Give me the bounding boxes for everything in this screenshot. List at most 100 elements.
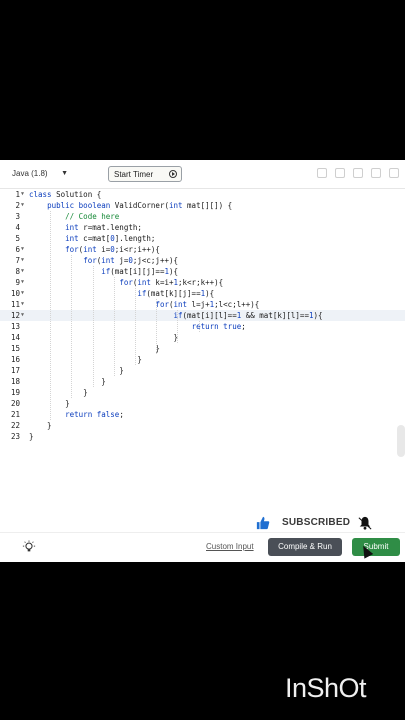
code-line[interactable]: 16 } — [0, 354, 405, 365]
settings-icon[interactable] — [353, 168, 363, 178]
fold-arrow-icon[interactable]: ▼ — [21, 189, 24, 200]
indent-guide — [71, 255, 73, 398]
thumbs-up-icon — [256, 516, 270, 530]
inshot-watermark: InShOt — [285, 673, 367, 703]
code-text: } — [29, 377, 106, 386]
code-line[interactable]: 23} — [0, 431, 405, 442]
code-line[interactable]: 7 ▼ for(int j=0;j<c;j++){ — [0, 255, 405, 266]
custom-input-link[interactable]: Custom Input — [206, 542, 254, 551]
code-text: for(int j=0;j<c;j++){ — [83, 256, 179, 265]
line-number: 19 — [10, 388, 20, 397]
code-text: } — [29, 388, 88, 397]
timer-label: Start Timer — [114, 170, 154, 179]
code-line[interactable]: 11 ▼ for(int l=j+1;l<c;l++){ — [0, 299, 405, 310]
fold-arrow-icon[interactable]: ▼ — [21, 288, 24, 299]
code-text: if(mat[i][j]==1){ — [101, 267, 179, 276]
lightbulb-icon[interactable] — [22, 540, 36, 554]
code-text: // Code here — [29, 212, 120, 221]
code-text: for(int i=0;i<r;i++){ — [65, 245, 160, 254]
code-line[interactable]: 9 ▼ for(int k=i+1;k<r;k++){ — [0, 277, 405, 288]
code-line[interactable]: 4 int r=mat.length; — [0, 222, 405, 233]
code-line[interactable]: 20 } — [0, 398, 405, 409]
code-line[interactable]: 6 ▼ for(int i=0;i<r;i++){ — [0, 244, 405, 255]
line-number: 23 — [10, 432, 20, 441]
code-line[interactable]: 22 } — [0, 420, 405, 431]
code-line[interactable]: 21 return false; — [0, 409, 405, 420]
line-number: 11 — [10, 300, 20, 309]
code-editor[interactable]: 1 ▼ class Solution {2 ▼ public boolean Vali… — [0, 189, 405, 499]
code-text: int c=mat[0].length; — [65, 234, 156, 243]
code-line[interactable]: 2 ▼ public boolean ValidCorner(int mat[][… — [0, 200, 405, 211]
code-line[interactable]: 5 int c=mat[0].length; — [0, 233, 405, 244]
refresh-icon[interactable] — [371, 168, 381, 178]
language-select[interactable]: Java (1.8) ▼ — [6, 165, 72, 183]
code-text: public boolean ValidCorner(int mat[][]) … — [47, 201, 233, 210]
app-screen: Java (1.8) ▼ Start Timer 1 ▼ class Solutio… — [0, 160, 405, 562]
start-timer-button[interactable]: Start Timer — [108, 166, 182, 182]
code-line[interactable]: 14 } — [0, 332, 405, 343]
indent-guide — [50, 211, 52, 420]
line-number: 16 — [10, 355, 20, 364]
compile-run-button[interactable]: Compile & Run — [268, 538, 342, 556]
code-line[interactable]: 18 } — [0, 376, 405, 387]
bottom-action-bar: Custom Input Compile & Run Submit — [0, 532, 405, 563]
fold-arrow-icon[interactable]: ▼ — [21, 266, 24, 277]
chevron-down-icon: ▼ — [61, 170, 68, 177]
code-line[interactable]: 17 } — [0, 365, 405, 376]
indent-guide — [92, 266, 94, 387]
code-line[interactable]: 13 return true; — [0, 321, 405, 332]
fullscreen-icon[interactable] — [389, 168, 399, 178]
code-text: for(int k=i+1;k<r;k++){ — [119, 278, 224, 287]
line-number: 6 — [15, 245, 20, 254]
code-line[interactable]: 1 ▼ class Solution { — [0, 189, 405, 200]
line-number: 5 — [15, 234, 20, 243]
line-number: 1 — [15, 190, 20, 199]
code-line[interactable]: 10 ▼ if(mat[k][j]==1){ — [0, 288, 405, 299]
line-number: 7 — [15, 256, 20, 265]
code-text: } — [29, 421, 52, 430]
indent-guide — [113, 277, 115, 376]
fold-arrow-icon[interactable]: ▼ — [21, 200, 24, 211]
indent-guide — [177, 310, 179, 343]
reset-icon[interactable] — [335, 168, 345, 178]
editor-toolbar: Java (1.8) ▼ Start Timer — [0, 160, 405, 189]
line-number: 18 — [10, 377, 20, 386]
line-number: 2 — [15, 201, 20, 210]
line-number: 14 — [10, 333, 20, 342]
line-number: 9 — [15, 278, 20, 287]
indent-guide — [135, 288, 136, 365]
code-line[interactable]: 8 ▼ if(mat[i][j]==1){ — [0, 266, 405, 277]
fold-arrow-icon[interactable]: ▼ — [21, 299, 24, 310]
language-label: Java (1.8) — [12, 169, 48, 178]
code-text: } — [29, 344, 160, 353]
code-line[interactable]: 19 } — [0, 387, 405, 398]
fold-arrow-icon[interactable]: ▼ — [21, 310, 24, 321]
fold-arrow-icon[interactable]: ▼ — [21, 244, 24, 255]
editor-scrollbar[interactable] — [397, 425, 405, 457]
code-text: class Solution { — [29, 190, 102, 199]
indent-guide — [198, 321, 200, 332]
line-number: 17 — [10, 366, 20, 375]
code-text: int r=mat.length; — [65, 223, 142, 232]
line-number: 4 — [15, 223, 20, 232]
bell-icon — [358, 516, 372, 530]
code-text: } — [29, 432, 34, 441]
line-number: 12 — [10, 311, 20, 320]
code-line[interactable]: 12 ▼ if(mat[i][l]==1 && mat[k][l]==1){ — [0, 310, 405, 321]
code-line[interactable]: 15 } — [0, 343, 405, 354]
fold-arrow-icon[interactable]: ▼ — [21, 255, 24, 266]
code-text: return false; — [65, 410, 124, 419]
line-number: 3 — [15, 212, 20, 221]
indent-guide — [156, 299, 158, 354]
copy-icon[interactable] — [317, 168, 327, 178]
editor-tools — [317, 168, 399, 178]
line-number: 8 — [15, 267, 20, 276]
line-number: 20 — [10, 399, 20, 408]
code-text: if(mat[i][l]==1 && mat[k][l]==1){ — [173, 311, 323, 320]
code-text: for(int l=j+1;l<c;l++){ — [155, 300, 260, 309]
line-number: 21 — [10, 410, 20, 419]
line-number: 13 — [10, 322, 20, 331]
code-line[interactable]: 3 // Code here — [0, 211, 405, 222]
fold-arrow-icon[interactable]: ▼ — [21, 277, 24, 288]
code-text: } — [29, 366, 124, 375]
